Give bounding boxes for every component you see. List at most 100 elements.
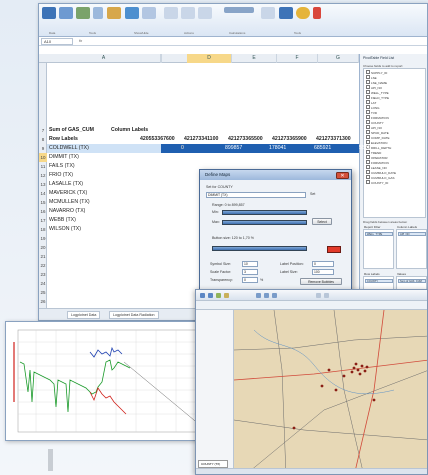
pivot-col-value[interactable]: 421273365500 [228, 135, 263, 144]
row-header[interactable]: 20 [39, 243, 47, 252]
pivot-options-icon[interactable] [42, 7, 56, 19]
row-header[interactable]: 21 [39, 252, 47, 261]
zoom-in-icon[interactable] [256, 293, 261, 298]
button-size-slider[interactable] [212, 246, 307, 251]
color-swatch[interactable] [327, 246, 341, 253]
min-slider[interactable] [222, 210, 307, 215]
save-icon[interactable] [208, 293, 213, 298]
county-row[interactable]: WEBB (TX) [49, 216, 76, 225]
county-row[interactable]: FRIO (TX) [49, 171, 73, 180]
change-source-icon[interactable] [142, 7, 156, 19]
set-checkbox-label[interactable]: Set [310, 192, 315, 196]
row-header[interactable]: 17 [39, 216, 47, 225]
county-row[interactable]: MAVERICK (TX) [49, 189, 87, 198]
sheet-tab[interactable]: Logplotnet Data [67, 311, 101, 319]
row-header[interactable]: 19 [39, 234, 47, 243]
cell-value[interactable]: 0 [181, 144, 184, 153]
cell-value[interactable]: 685921 [314, 144, 331, 153]
active-field-icon[interactable] [59, 7, 73, 19]
column-header[interactable]: F [277, 54, 318, 63]
move-pivot-icon[interactable] [198, 7, 212, 19]
field-list-icon[interactable] [279, 7, 293, 19]
pivot-values-label[interactable]: Sum of GAS_CUM [49, 126, 94, 135]
zoom-out-icon[interactable] [264, 293, 269, 298]
row-header[interactable]: 13 [39, 180, 47, 189]
row-header[interactable]: 11 [39, 162, 47, 171]
info-tool-icon[interactable] [324, 293, 329, 298]
insert-slicer-icon[interactable] [107, 7, 121, 19]
cell-value[interactable]: 178041 [269, 144, 286, 153]
group-icon[interactable] [76, 7, 90, 19]
county-row[interactable]: MCMULLEN (TX) [49, 198, 90, 207]
gis-menu-bar [196, 290, 427, 301]
pivot-col-value[interactable]: 421273341100 [184, 135, 218, 144]
row-header[interactable]: 8 [39, 135, 47, 144]
column-header[interactable]: E [232, 54, 277, 63]
print-icon[interactable] [224, 293, 229, 298]
row-header[interactable]: 26 [39, 297, 47, 306]
row-header[interactable]: 18 [39, 225, 47, 234]
column-header[interactable]: G [318, 54, 359, 63]
row-field-chip[interactable]: COUNTY [365, 279, 393, 283]
county-row[interactable]: NAVARRO (TX) [49, 207, 85, 216]
row-header[interactable]: 15 [39, 198, 47, 207]
county-row[interactable]: COLDWELL (TX) [49, 144, 89, 153]
label-size-field[interactable]: 100 [312, 269, 334, 275]
select-button[interactable]: Select [312, 218, 332, 225]
close-icon[interactable]: ✕ [336, 171, 349, 179]
set-dropdown[interactable]: DIMMIT (TX) [206, 192, 306, 198]
filter-field-chip[interactable]: WELL_TYPE [365, 232, 393, 236]
cell-value[interactable]: 5535 [359, 144, 371, 153]
open-icon[interactable] [200, 293, 205, 298]
symbol-size-field[interactable]: 10 [242, 261, 258, 267]
sort-icon[interactable] [93, 7, 103, 19]
column-header[interactable] [161, 54, 162, 63]
row-header[interactable]: 14 [39, 189, 47, 198]
field-item[interactable]: COUNTY_ID [366, 180, 388, 185]
row-header[interactable]: 16 [39, 207, 47, 216]
column-header[interactable]: D [187, 54, 232, 63]
row-header[interactable]: 24 [39, 279, 47, 288]
select-tool-icon[interactable] [316, 293, 321, 298]
help-icon[interactable] [296, 7, 310, 19]
pivot-col-value[interactable]: 421273365900 [272, 135, 307, 144]
remove-bubbles-button[interactable]: Remove Bubbles [300, 278, 342, 285]
pivot-col-value[interactable]: 420553367600 [140, 135, 175, 144]
pan-icon[interactable] [272, 293, 277, 298]
column-field-chip[interactable]: API_NO [398, 232, 426, 236]
pivot-col-value[interactable]: 421273371300 [316, 135, 351, 144]
transparency-field[interactable]: 0 [242, 277, 258, 283]
report-filter-area[interactable]: WELL_TYPE [363, 229, 394, 269]
clear-icon[interactable] [164, 7, 178, 19]
row-header[interactable]: 9 [39, 144, 47, 153]
layer-icon[interactable] [216, 293, 221, 298]
row-header[interactable]: 10 [39, 153, 47, 162]
county-row[interactable]: WILSON (TX) [49, 225, 81, 234]
sheet-tab[interactable]: Logplotnet Data Radiation [109, 311, 159, 319]
scale-field[interactable]: 3 [242, 269, 258, 275]
cell-value[interactable]: 899857 [225, 144, 242, 153]
row-header[interactable]: 12 [39, 171, 47, 180]
max-slider[interactable] [222, 220, 307, 225]
column-labels-area[interactable]: API_NO [396, 229, 427, 269]
select-icon[interactable] [181, 7, 195, 19]
pivot-row-labels[interactable]: Row Labels [49, 135, 78, 144]
value-field-chip[interactable]: Sum of GAS_CUM [398, 279, 426, 283]
row-header[interactable]: 25 [39, 288, 47, 297]
what-if-icon[interactable] [261, 7, 275, 19]
pivot-column-labels[interactable]: Column Labels [111, 126, 148, 135]
county-row[interactable]: FAILS (TX) [49, 162, 75, 171]
county-row[interactable]: LASALLE (TX) [49, 180, 83, 189]
row-header[interactable]: 23 [39, 270, 47, 279]
about-icon[interactable] [313, 7, 321, 19]
row-header[interactable]: 22 [39, 261, 47, 270]
column-header[interactable]: A [47, 54, 161, 63]
row-header[interactable]: 7 [39, 126, 47, 135]
calculations-icon[interactable] [224, 7, 254, 13]
map-canvas[interactable] [233, 309, 427, 474]
label-position-field[interactable]: 0 [312, 261, 334, 267]
layer-legend[interactable]: COUNTY (TX) [198, 460, 228, 468]
name-box[interactable]: A10 [41, 38, 73, 45]
refresh-icon[interactable] [125, 7, 139, 19]
county-row[interactable]: DIMMIT (TX) [49, 153, 79, 162]
